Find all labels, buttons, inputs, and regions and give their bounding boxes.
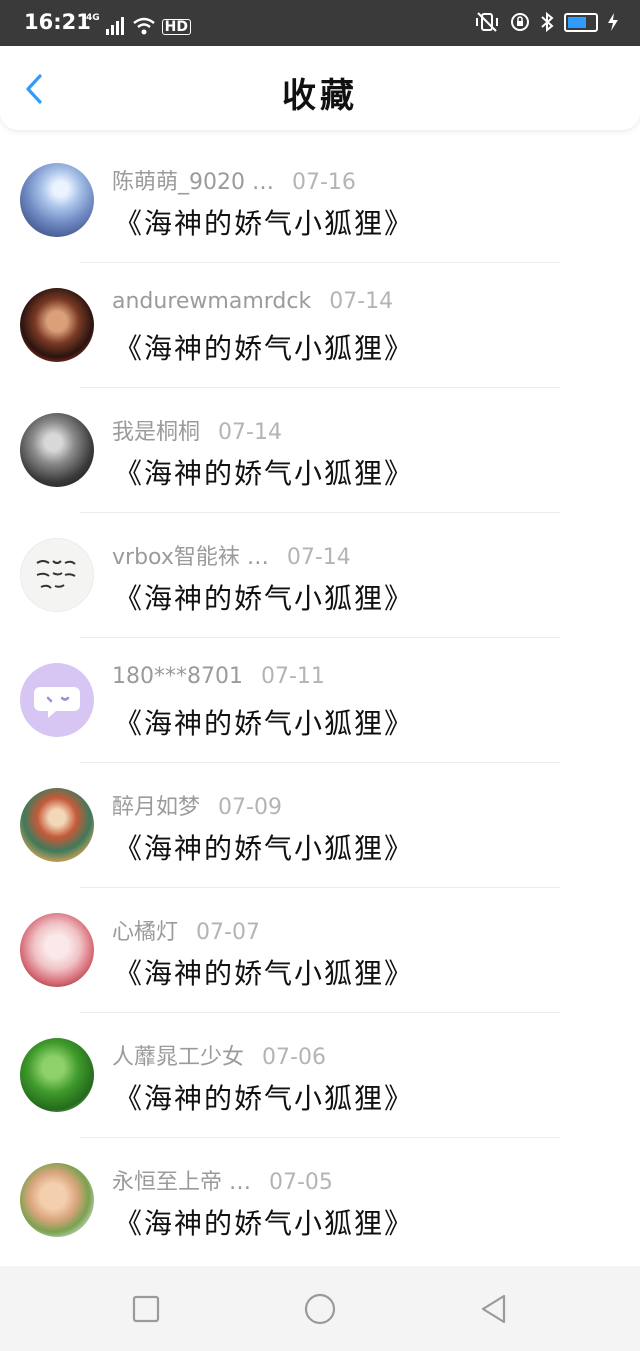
username[interactable]: 人蘼晁工少女 bbox=[112, 1039, 244, 1071]
hd-badge: HD bbox=[161, 19, 191, 35]
list-item[interactable]: 醉月如梦 07-09 《海神的娇气小狐狸》 bbox=[0, 763, 640, 888]
avatar[interactable] bbox=[20, 288, 94, 362]
username[interactable]: 180***8701 bbox=[112, 664, 243, 689]
vibrate-mute-icon bbox=[476, 12, 498, 32]
status-bar: 16:21 4G HD bbox=[0, 0, 640, 46]
book-title[interactable]: 《海神的娇气小狐狸》 bbox=[114, 1077, 414, 1117]
avatar[interactable] bbox=[20, 913, 94, 987]
status-left-icons: 4G HD bbox=[86, 14, 191, 35]
username[interactable]: 醉月如梦 bbox=[112, 789, 200, 821]
avatar[interactable] bbox=[20, 538, 94, 612]
calligraphy-image bbox=[36, 560, 76, 589]
username[interactable]: vrbox智能袜 … bbox=[112, 539, 269, 571]
list-item[interactable]: 心橘灯 07-07 《海神的娇气小狐狸》 bbox=[0, 888, 640, 1013]
book-title[interactable]: 《海神的娇气小狐狸》 bbox=[114, 952, 414, 992]
avatar[interactable] bbox=[20, 1038, 94, 1112]
wifi-icon bbox=[132, 17, 155, 35]
navigation-bar bbox=[0, 1266, 640, 1351]
battery-icon bbox=[564, 12, 598, 32]
list-item[interactable]: 180***8701 07-11 《海神的娇气小狐狸》 bbox=[0, 638, 640, 763]
circle-icon[interactable] bbox=[303, 1292, 337, 1326]
list-item[interactable]: 永恒至上帝 … 07-05 《海神的娇气小狐狸》 bbox=[0, 1138, 640, 1263]
username[interactable]: 永恒至上帝 … bbox=[112, 1164, 251, 1196]
username[interactable]: andurewmamrdck bbox=[112, 289, 311, 314]
book-title[interactable]: 《海神的娇气小狐狸》 bbox=[114, 577, 414, 617]
date: 07-09 bbox=[218, 795, 282, 820]
charging-icon bbox=[608, 13, 618, 31]
status-right-icons bbox=[474, 12, 618, 32]
square-icon[interactable] bbox=[129, 1292, 163, 1326]
username[interactable]: 心橘灯 bbox=[112, 914, 178, 946]
username[interactable]: 陈萌萌_9020 … bbox=[112, 164, 274, 196]
network-type: 4G bbox=[86, 13, 100, 23]
list-item[interactable]: vrbox智能袜 … 07-14 《海神的娇气小狐狸》 bbox=[0, 513, 640, 638]
status-time: 16:21 bbox=[24, 10, 91, 34]
book-title[interactable]: 《海神的娇气小狐狸》 bbox=[114, 702, 414, 742]
bluetooth-icon bbox=[541, 12, 554, 32]
date: 07-05 bbox=[269, 1170, 333, 1195]
date: 07-07 bbox=[196, 920, 260, 945]
date: 07-06 bbox=[262, 1045, 326, 1070]
avatar[interactable] bbox=[20, 1163, 94, 1237]
header-bar: 收藏 bbox=[0, 46, 640, 130]
avatar[interactable] bbox=[20, 788, 94, 862]
list-item[interactable]: 人蘼晁工少女 07-06 《海神的娇气小狐狸》 bbox=[0, 1013, 640, 1138]
triangle-back-icon[interactable] bbox=[477, 1292, 511, 1326]
date: 07-11 bbox=[260, 664, 325, 689]
book-title[interactable]: 《海神的娇气小狐狸》 bbox=[114, 327, 414, 367]
date: 07-14 bbox=[329, 289, 394, 314]
list-item[interactable]: 我是桐桐 07-14 《海神的娇气小狐狸》 bbox=[0, 388, 640, 513]
book-title[interactable]: 《海神的娇气小狐狸》 bbox=[114, 452, 414, 492]
date: 07-14 bbox=[218, 420, 282, 445]
book-title[interactable]: 《海神的娇气小狐狸》 bbox=[114, 827, 414, 867]
signal-icon bbox=[105, 17, 124, 35]
rotation-lock-icon bbox=[511, 13, 529, 31]
chat-bubble-icon bbox=[34, 687, 80, 718]
list-item[interactable]: andurewmamrdck 07-14 《海神的娇气小狐狸》 bbox=[0, 263, 640, 388]
username[interactable]: 我是桐桐 bbox=[112, 414, 200, 446]
avatar[interactable] bbox=[20, 663, 94, 737]
date: 07-14 bbox=[286, 545, 351, 570]
book-title[interactable]: 《海神的娇气小狐狸》 bbox=[114, 1202, 414, 1242]
list-item[interactable]: 陈萌萌_9020 … 07-16 《海神的娇气小狐狸》 bbox=[0, 138, 640, 263]
page-title: 收藏 bbox=[282, 76, 358, 116]
date: 07-16 bbox=[291, 170, 356, 195]
avatar[interactable] bbox=[20, 413, 94, 487]
avatar[interactable] bbox=[20, 163, 94, 237]
book-title[interactable]: 《海神的娇气小狐狸》 bbox=[114, 202, 414, 242]
favorites-list: 陈萌萌_9020 … 07-16 《海神的娇气小狐狸》 andurewmamrdc… bbox=[0, 138, 640, 1263]
